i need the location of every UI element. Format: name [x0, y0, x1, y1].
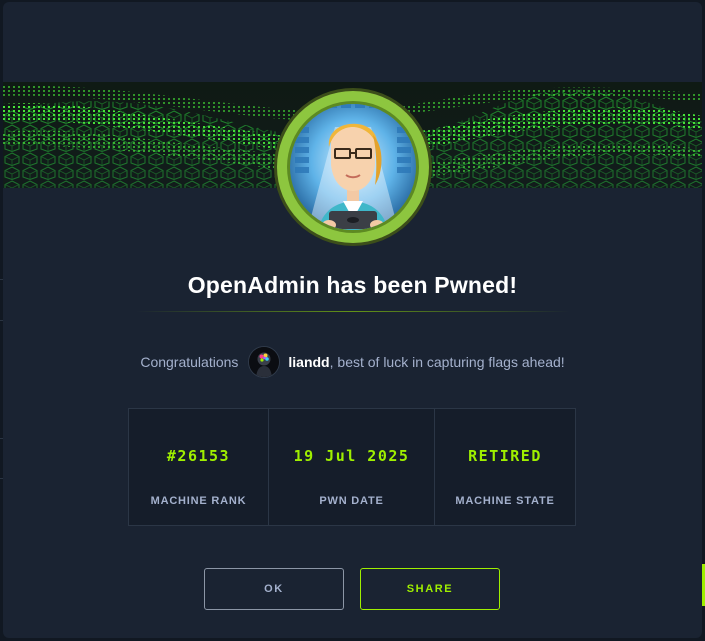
stat-pwn-date: 19 Jul 2025 PWN DATE — [268, 409, 434, 525]
machine-state-label: MACHINE STATE — [455, 495, 555, 507]
pwned-title: OpenAdmin has been Pwned! — [187, 272, 518, 298]
stat-machine-state: RETIRED MACHINE STATE — [434, 409, 575, 525]
title-divider — [136, 311, 570, 312]
machine-rank-value: #26153 — [166, 447, 231, 465]
stat-machine-rank: #26153 MACHINE RANK — [129, 409, 268, 525]
congrats-suffix: , best of luck in capturing flags ahead! — [329, 354, 565, 370]
screen: OpenAdmin has been Pwned! Congratulation… — [0, 0, 705, 641]
machine-state-value: RETIRED — [468, 447, 542, 465]
user-avatar-icon[interactable] — [248, 346, 281, 378]
pwn-date-label: PWN DATE — [319, 495, 384, 507]
username-link[interactable]: liandd — [288, 354, 329, 370]
machine-rank-label: MACHINE RANK — [150, 495, 247, 507]
congrats-prefix: Congratulations — [140, 354, 239, 370]
admin-woman-avatar-icon — [274, 88, 432, 246]
ok-button[interactable]: OK — [204, 568, 344, 610]
congrats-message: Congratulations liandd , best of luck in… — [3, 345, 702, 379]
pwn-date-value: 19 Jul 2025 — [293, 447, 410, 465]
stats-panel: #26153 MACHINE RANK 19 Jul 2025 PWN DATE… — [128, 408, 576, 526]
pwned-modal: OpenAdmin has been Pwned! Congratulation… — [3, 2, 702, 638]
share-button[interactable]: SHARE — [360, 568, 500, 610]
machine-avatar — [273, 87, 433, 247]
